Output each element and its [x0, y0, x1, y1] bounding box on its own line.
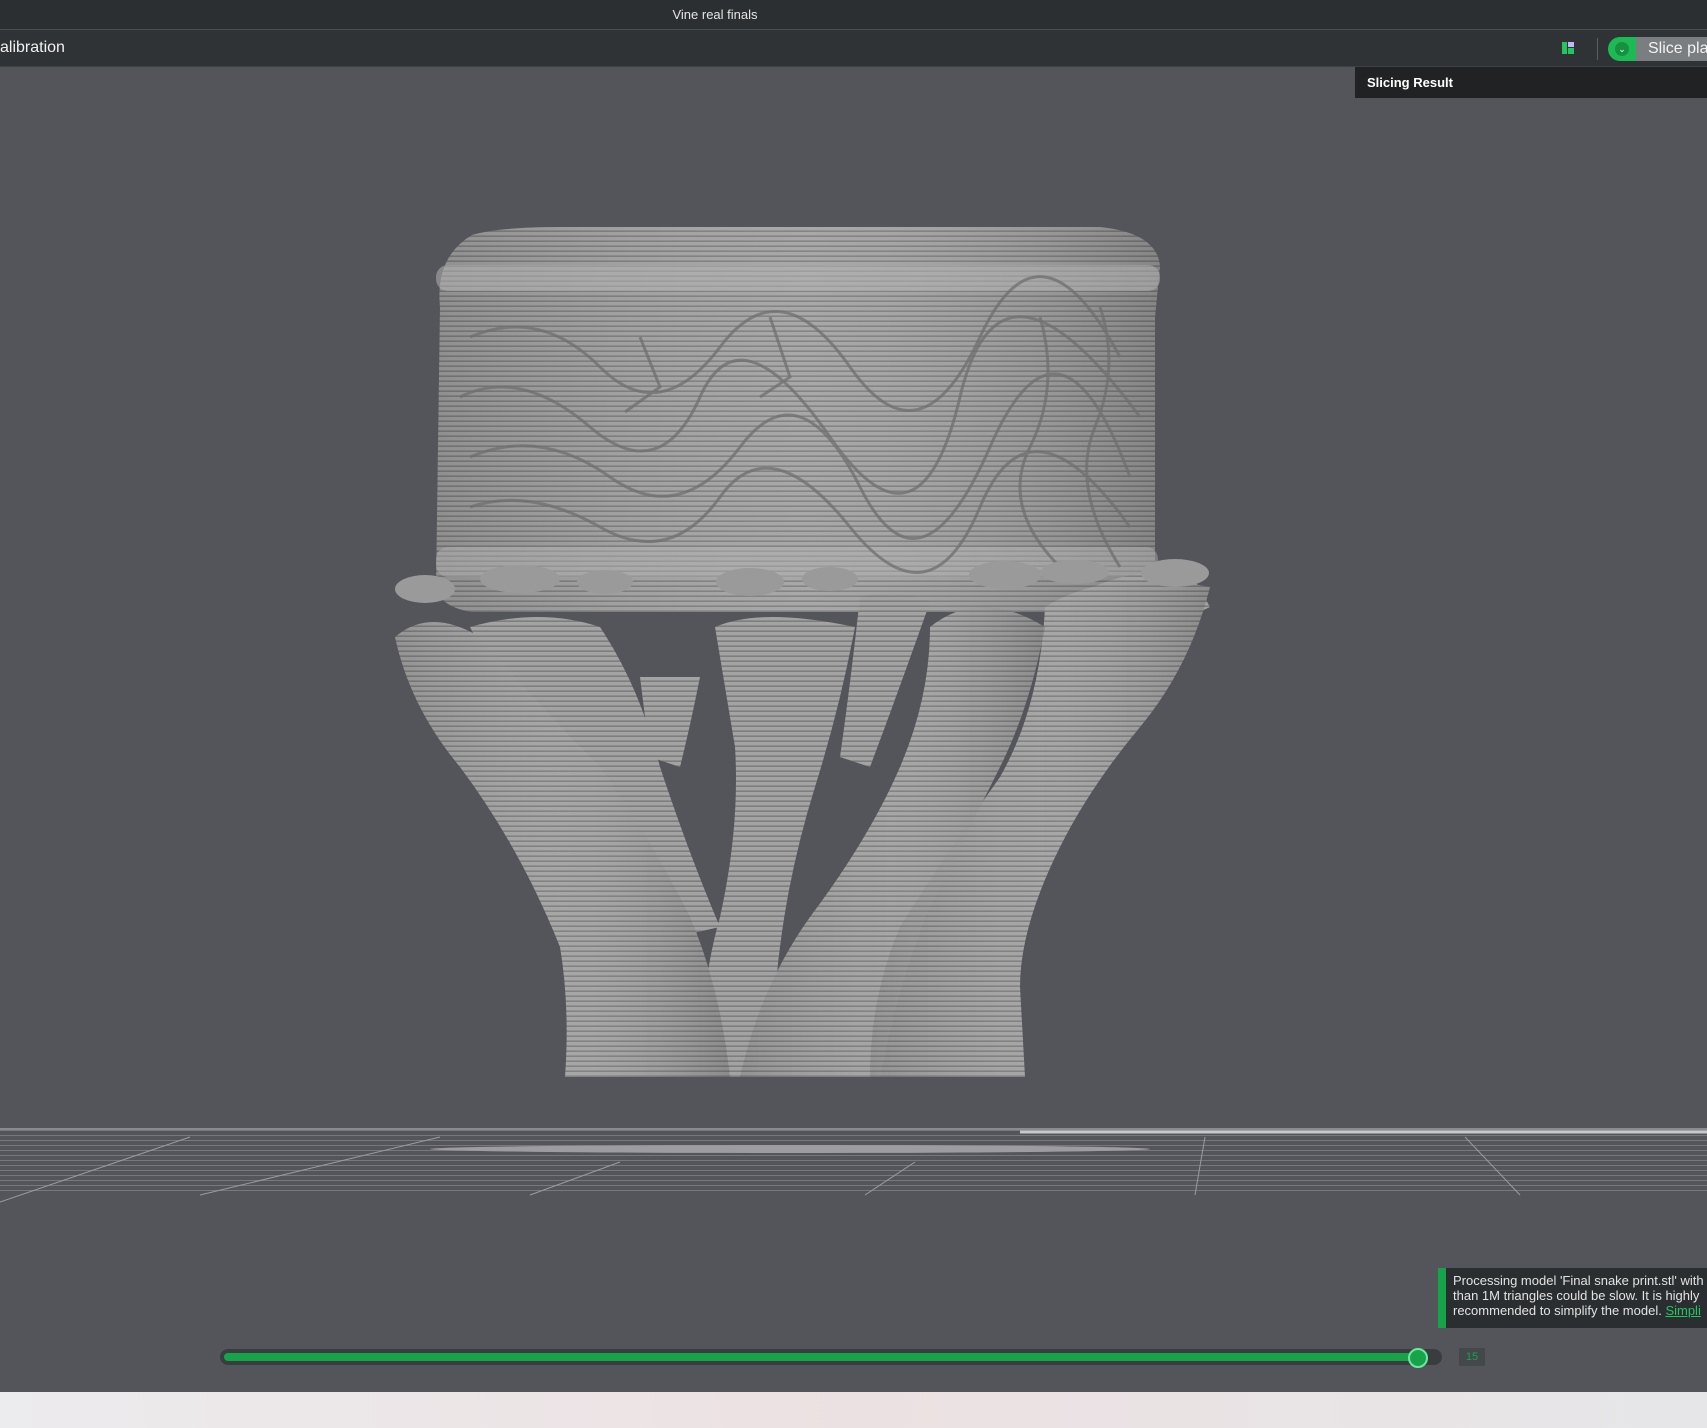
chevron-down-icon: ⌄	[1615, 42, 1629, 56]
slice-plate-button[interactable]: ⌄ Slice pla	[1608, 37, 1707, 61]
notification-text: recommended to simplify the model.	[1453, 1303, 1666, 1318]
layer-slider-track[interactable]	[220, 1349, 1442, 1365]
notification-line: than 1M triangles could be slow. It is h…	[1453, 1288, 1700, 1303]
slice-dropdown-toggle[interactable]: ⌄	[1608, 37, 1636, 61]
layout-icon[interactable]	[1561, 41, 1575, 55]
calibration-tab[interactable]: alibration	[0, 39, 65, 57]
toolbar-divider	[1597, 38, 1598, 60]
3d-model[interactable]	[395, 227, 1210, 1077]
layer-slider-fill	[224, 1353, 1419, 1361]
notification-line: recommended to simplify the model. Simpl…	[1453, 1303, 1707, 1318]
notification-toast: Processing model 'Final snake print.stl'…	[1438, 1268, 1707, 1328]
simplify-link[interactable]: Simpli	[1665, 1303, 1700, 1318]
build-plate	[0, 1128, 1707, 1203]
slicing-result-panel[interactable]: Slicing Result	[1355, 67, 1707, 98]
taskbar-strip	[0, 1392, 1707, 1428]
notification-line: Processing model 'Final snake print.stl'…	[1453, 1273, 1704, 1288]
layer-slider-handle[interactable]	[1408, 1348, 1429, 1368]
title-bar: Vine real finals	[0, 0, 1707, 30]
layer-slider-value: 15	[1459, 1348, 1485, 1366]
3d-viewport[interactable]	[0, 67, 1707, 1262]
slice-plate-label: Slice pla	[1636, 37, 1707, 61]
window-title: Vine real finals	[672, 7, 758, 22]
toolbar: alibration ⌄ Slice pla	[0, 30, 1707, 67]
